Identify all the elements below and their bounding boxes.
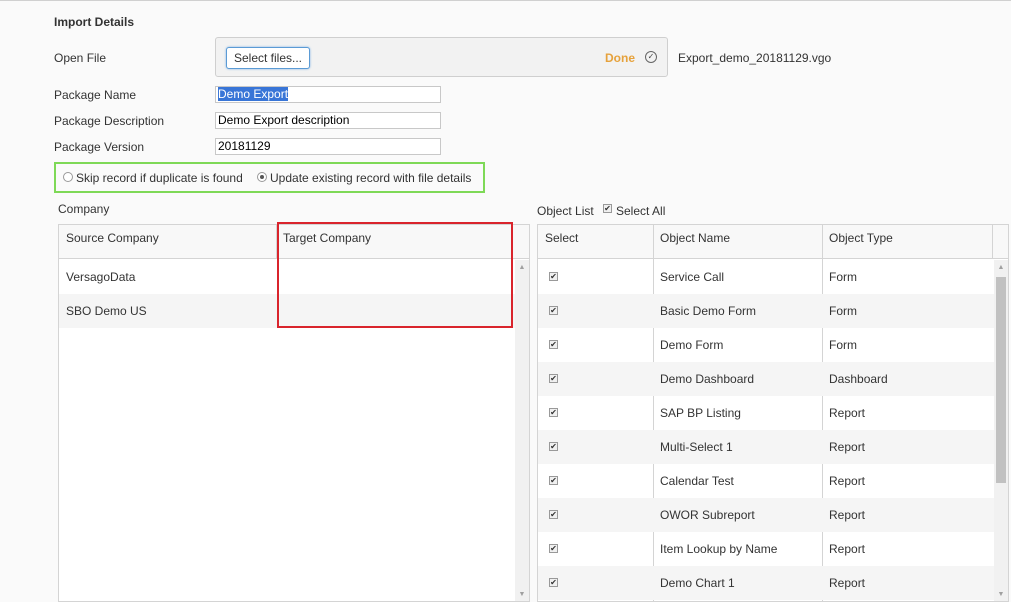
source-company-cell: SBO Demo US xyxy=(66,304,147,318)
scrollbar-thumb[interactable] xyxy=(996,277,1006,483)
package-version-label: Package Version xyxy=(54,140,145,154)
table-row[interactable]: VersagoData xyxy=(59,260,515,294)
object-name-cell: Basic Demo Form xyxy=(660,304,757,318)
object-name-cell: Multi-Select 1 xyxy=(660,440,733,454)
object-type-cell: Report xyxy=(829,542,866,556)
table-row[interactable]: ✔ Demo Chart 1 Report xyxy=(538,566,994,600)
table-row[interactable]: ✔ OWOR Subreport Report xyxy=(538,498,994,532)
company-table: Source Company Target Company VersagoDat… xyxy=(58,224,530,602)
object-list-scrollbar[interactable]: ▲ ▼ xyxy=(994,260,1008,601)
select-all-checkbox[interactable]: ✔ xyxy=(603,204,612,213)
open-file-label: Open File xyxy=(54,51,107,65)
column-header-target-company[interactable]: Target Company xyxy=(276,225,516,258)
object-type-cell: Report xyxy=(829,474,866,488)
object-name-cell: Demo Dashboard xyxy=(660,372,755,386)
check-circle-icon: ✓ xyxy=(645,51,657,63)
row-select-checkbox[interactable]: ✔ xyxy=(549,408,558,417)
scroll-down-icon[interactable]: ▼ xyxy=(515,589,529,601)
table-row[interactable]: SBO Demo US xyxy=(59,294,515,328)
column-header-object-type[interactable]: Object Type xyxy=(822,225,992,258)
object-list-table: Select Object Name Object Type ✔ Service… xyxy=(537,224,1009,602)
source-company-cell: VersagoData xyxy=(66,270,136,284)
object-name-cell: SAP BP Listing xyxy=(660,406,741,420)
duplicate-options-group: Skip record if duplicate is found Update… xyxy=(54,162,485,193)
row-select-checkbox[interactable]: ✔ xyxy=(549,544,558,553)
object-type-cell: Report xyxy=(829,508,866,522)
table-row[interactable]: ✔ Multi-Select 1 Report xyxy=(538,430,994,464)
table-row[interactable]: ✔ Service Call Form xyxy=(538,260,994,294)
column-header-object-name[interactable]: Object Name xyxy=(653,225,822,258)
top-divider xyxy=(0,0,1011,1)
company-table-header: Source Company Target Company xyxy=(59,225,529,259)
skip-duplicate-radio[interactable] xyxy=(63,172,73,182)
object-type-cell: Report xyxy=(829,576,866,590)
update-existing-radio[interactable] xyxy=(257,172,267,182)
table-row[interactable]: ✔ Demo Form Form xyxy=(538,328,994,362)
object-name-cell: Calendar Test xyxy=(660,474,734,488)
section-title: Import Details xyxy=(54,15,135,29)
object-type-cell: Form xyxy=(829,338,857,352)
target-company-cell[interactable] xyxy=(276,294,283,328)
column-header-source-company[interactable]: Source Company xyxy=(59,225,276,258)
object-type-cell: Form xyxy=(829,304,857,318)
skip-duplicate-label[interactable]: Skip record if duplicate is found xyxy=(76,171,243,185)
object-name-cell: Demo Chart 1 xyxy=(660,576,735,590)
row-select-checkbox[interactable]: ✔ xyxy=(549,442,558,451)
scroll-up-icon[interactable]: ▲ xyxy=(515,262,529,274)
scroll-up-icon[interactable]: ▲ xyxy=(994,262,1008,274)
package-version-input[interactable]: 20181129 xyxy=(215,138,441,155)
column-divider xyxy=(992,225,993,259)
object-type-cell: Form xyxy=(829,270,857,284)
column-divider xyxy=(276,225,277,259)
select-files-button[interactable]: Select files... xyxy=(226,47,310,69)
column-header-select[interactable]: Select xyxy=(538,225,653,258)
object-type-cell: Dashboard xyxy=(829,372,888,386)
table-row[interactable]: ✔ Calendar Test Report xyxy=(538,464,994,498)
object-list-label: Object List xyxy=(537,204,594,218)
object-type-cell: Report xyxy=(829,440,866,454)
row-select-checkbox[interactable]: ✔ xyxy=(549,374,558,383)
row-select-checkbox[interactable]: ✔ xyxy=(549,272,558,281)
object-name-cell: Service Call xyxy=(660,270,725,284)
company-label: Company xyxy=(58,202,110,216)
row-select-checkbox[interactable]: ✔ xyxy=(549,510,558,519)
package-description-label: Package Description xyxy=(54,114,165,128)
table-row[interactable]: ✔ Demo Dashboard Dashboard xyxy=(538,362,994,396)
file-upload-box: Select files... Done ✓ xyxy=(215,37,668,77)
upload-status: Done xyxy=(605,51,635,65)
package-name-value: Demo Export xyxy=(218,87,289,101)
company-scrollbar[interactable]: ▲ ▼ xyxy=(515,260,529,601)
object-name-cell: Item Lookup by Name xyxy=(660,542,778,556)
package-name-input[interactable]: Demo Export xyxy=(215,86,441,103)
object-type-cell: Report xyxy=(829,406,866,420)
scroll-down-icon[interactable]: ▼ xyxy=(994,589,1008,601)
package-name-label: Package Name xyxy=(54,88,137,102)
select-all-label[interactable]: Select All xyxy=(616,204,665,218)
row-select-checkbox[interactable]: ✔ xyxy=(549,340,558,349)
table-row[interactable]: ✔ SAP BP Listing Report xyxy=(538,396,994,430)
object-table-header: Select Object Name Object Type xyxy=(538,225,1008,259)
uploaded-filename: Export_demo_20181129.vgo xyxy=(678,51,832,65)
update-existing-label[interactable]: Update existing record with file details xyxy=(270,171,471,185)
package-description-input[interactable]: Demo Export description xyxy=(215,112,441,129)
object-name-cell: OWOR Subreport xyxy=(660,508,755,522)
row-select-checkbox[interactable]: ✔ xyxy=(549,578,558,587)
target-company-cell[interactable] xyxy=(276,260,283,294)
object-name-cell: Demo Form xyxy=(660,338,724,352)
row-select-checkbox[interactable]: ✔ xyxy=(549,306,558,315)
table-row[interactable]: ✔ Item Lookup by Name Report xyxy=(538,532,994,566)
table-row[interactable]: ✔ Basic Demo Form Form xyxy=(538,294,994,328)
row-select-checkbox[interactable]: ✔ xyxy=(549,476,558,485)
